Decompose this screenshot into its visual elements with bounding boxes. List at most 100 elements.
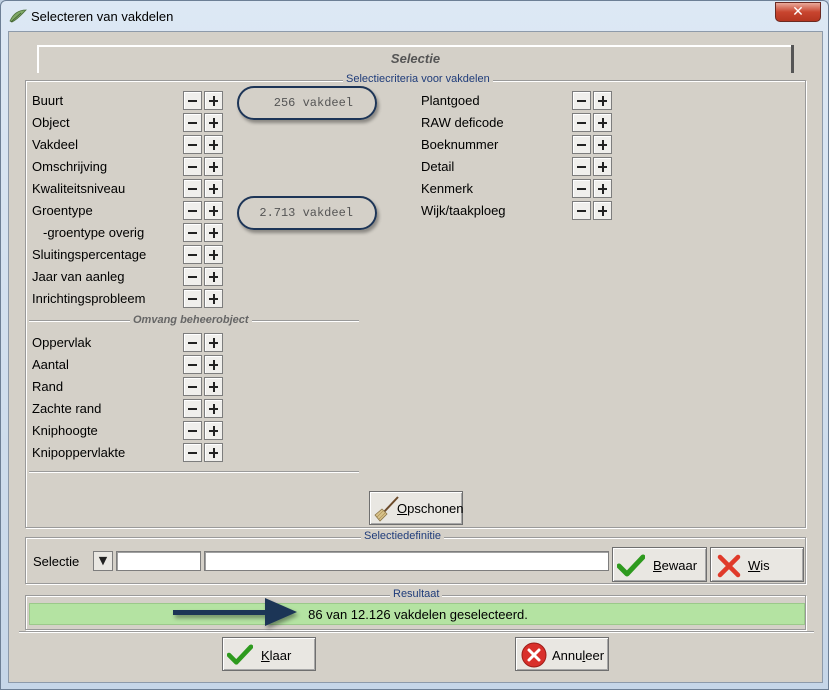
- count-text-buurt: 256 vakdeel: [273, 96, 353, 110]
- check-icon: [617, 554, 645, 577]
- minus-button-groentype-overig[interactable]: [183, 223, 202, 242]
- plus-button-inrichtingsprobleem[interactable]: [204, 289, 223, 308]
- broom-icon: [374, 496, 399, 522]
- omvang-label-knipoppervlakte: Knipoppervlakte: [32, 445, 126, 460]
- omvang-label-rand: Rand: [32, 379, 64, 394]
- definition-code-input[interactable]: [116, 551, 201, 571]
- cancel-icon: [521, 642, 547, 668]
- minus-button-sluitingspercentage[interactable]: [183, 245, 202, 264]
- wis-button[interactable]: Wis: [710, 547, 804, 582]
- definition-label: Selectie: [33, 554, 80, 569]
- criterion-label-vakdeel: Vakdeel: [32, 137, 79, 152]
- minus-button-object[interactable]: [183, 113, 202, 132]
- minus-button-detail[interactable]: [572, 157, 591, 176]
- bewaar-label: Bewaar: [653, 558, 698, 573]
- criteria-legend: Selectiecriteria voor vakdelen: [343, 73, 493, 85]
- annuleer-button[interactable]: Annuleer: [515, 637, 609, 671]
- minus-button-wijk-taakploeg[interactable]: [572, 201, 591, 220]
- criterion-label-boeknummer: Boeknummer: [421, 137, 499, 152]
- omvang-heading: Omvang beheerobject: [130, 314, 252, 326]
- criterion-label-omschrijving: Omschrijving: [32, 159, 108, 174]
- plus-button-wijk-taakploeg[interactable]: [593, 201, 612, 220]
- minus-button-knipoppervlakte[interactable]: [183, 443, 202, 462]
- result-legend: Resultaat: [390, 588, 443, 600]
- minus-button-oppervlak[interactable]: [183, 333, 202, 352]
- criterion-label-raw-deficode: RAW deficode: [421, 115, 504, 130]
- window-title: Selecteren van vakdelen: [31, 9, 174, 24]
- definition-name-input[interactable]: [204, 551, 609, 571]
- tab-selectie[interactable]: Selectie: [37, 45, 793, 73]
- plus-button-knipoppervlakte[interactable]: [204, 443, 223, 462]
- bewaar-button[interactable]: Bewaar: [612, 547, 707, 582]
- plus-button-raw-deficode[interactable]: [593, 113, 612, 132]
- plus-button-kwaliteitsniveau[interactable]: [204, 179, 223, 198]
- plus-button-sluitingspercentage[interactable]: [204, 245, 223, 264]
- criterion-label-groentype-overig: -groentype overig: [43, 225, 145, 240]
- count-badge-buurt: 256 vakdeel: [237, 86, 377, 120]
- minus-button-kwaliteitsniveau[interactable]: [183, 179, 202, 198]
- minus-button-zachte-rand[interactable]: [183, 399, 202, 418]
- title-bar[interactable]: Selecteren van vakdelen ✕: [1, 1, 828, 31]
- count-text-groentype: 2.713 vakdeel: [259, 206, 353, 220]
- plus-button-oppervlak[interactable]: [204, 333, 223, 352]
- omvang-label-kniphoogte: Kniphoogte: [32, 423, 98, 438]
- minus-button-kenmerk[interactable]: [572, 179, 591, 198]
- annuleer-label: Annuleer: [552, 648, 605, 663]
- tab-label: Selectie: [390, 51, 441, 66]
- delete-x-icon: [717, 554, 741, 578]
- minus-button-plantgoed[interactable]: [572, 91, 591, 110]
- wis-label: Wis: [748, 558, 770, 573]
- plus-button-groentype-overig[interactable]: [204, 223, 223, 242]
- omvang-label-zachte-rand: Zachte rand: [32, 401, 102, 416]
- plus-button-aantal[interactable]: [204, 355, 223, 374]
- plus-button-jaar-van-aanleg[interactable]: [204, 267, 223, 286]
- criterion-label-groentype: Groentype: [32, 203, 93, 218]
- result-bar: 86 van 12.126 vakdelen geselecteerd.: [29, 603, 805, 625]
- minus-button-vakdeel[interactable]: [183, 135, 202, 154]
- criterion-label-buurt: Buurt: [32, 93, 64, 108]
- close-icon: ✕: [792, 4, 804, 20]
- minus-button-boeknummer[interactable]: [572, 135, 591, 154]
- klaar-button[interactable]: Klaar: [222, 637, 316, 671]
- minus-button-omschrijving[interactable]: [183, 157, 202, 176]
- opschonen-button[interactable]: Opschonen: [369, 491, 464, 525]
- plus-button-vakdeel[interactable]: [204, 135, 223, 154]
- criterion-label-detail: Detail: [421, 159, 455, 174]
- minus-button-jaar-van-aanleg[interactable]: [183, 267, 202, 286]
- plus-button-zachte-rand[interactable]: [204, 399, 223, 418]
- minus-button-buurt[interactable]: [183, 91, 202, 110]
- plus-button-omschrijving[interactable]: [204, 157, 223, 176]
- criterion-label-kwaliteitsniveau: Kwaliteitsniveau: [32, 181, 126, 196]
- minus-button-groentype[interactable]: [183, 201, 202, 220]
- klaar-label: Klaar: [261, 648, 292, 663]
- footer-separator: [19, 631, 814, 633]
- criterion-label-object: Object: [32, 115, 70, 130]
- app-leaf-icon: [9, 9, 27, 23]
- minus-button-raw-deficode[interactable]: [572, 113, 591, 132]
- plus-button-object[interactable]: [204, 113, 223, 132]
- plus-button-boeknummer[interactable]: [593, 135, 612, 154]
- plus-button-detail[interactable]: [593, 157, 612, 176]
- plus-button-kenmerk[interactable]: [593, 179, 612, 198]
- window-close-button[interactable]: ✕: [775, 2, 821, 22]
- plus-button-rand[interactable]: [204, 377, 223, 396]
- plus-button-groentype[interactable]: [204, 201, 223, 220]
- tab-shadow: [791, 45, 794, 73]
- criterion-label-plantgoed: Plantgoed: [421, 93, 480, 108]
- minus-button-kniphoogte[interactable]: [183, 421, 202, 440]
- plus-button-kniphoogte[interactable]: [204, 421, 223, 440]
- plus-button-plantgoed[interactable]: [593, 91, 612, 110]
- minus-button-rand[interactable]: [183, 377, 202, 396]
- count-badge-groentype: 2.713 vakdeel: [237, 196, 377, 230]
- criterion-label-jaar-van-aanleg: Jaar van aanleg: [32, 269, 125, 284]
- definition-legend: Selectiedefinitie: [361, 530, 445, 542]
- dialog-body: Selectie Selectiecriteria voor vakdelen …: [8, 31, 823, 683]
- result-text: 86 van 12.126 vakdelen geselecteerd.: [308, 607, 528, 622]
- minus-button-inrichtingsprobleem[interactable]: [183, 289, 202, 308]
- minus-button-aantal[interactable]: [183, 355, 202, 374]
- definition-dropdown-button[interactable]: ▼: [93, 551, 113, 571]
- omvang-bottom-separator: [29, 471, 359, 473]
- plus-button-buurt[interactable]: [204, 91, 223, 110]
- omvang-label-aantal: Aantal: [32, 357, 69, 372]
- check-icon: [227, 644, 253, 665]
